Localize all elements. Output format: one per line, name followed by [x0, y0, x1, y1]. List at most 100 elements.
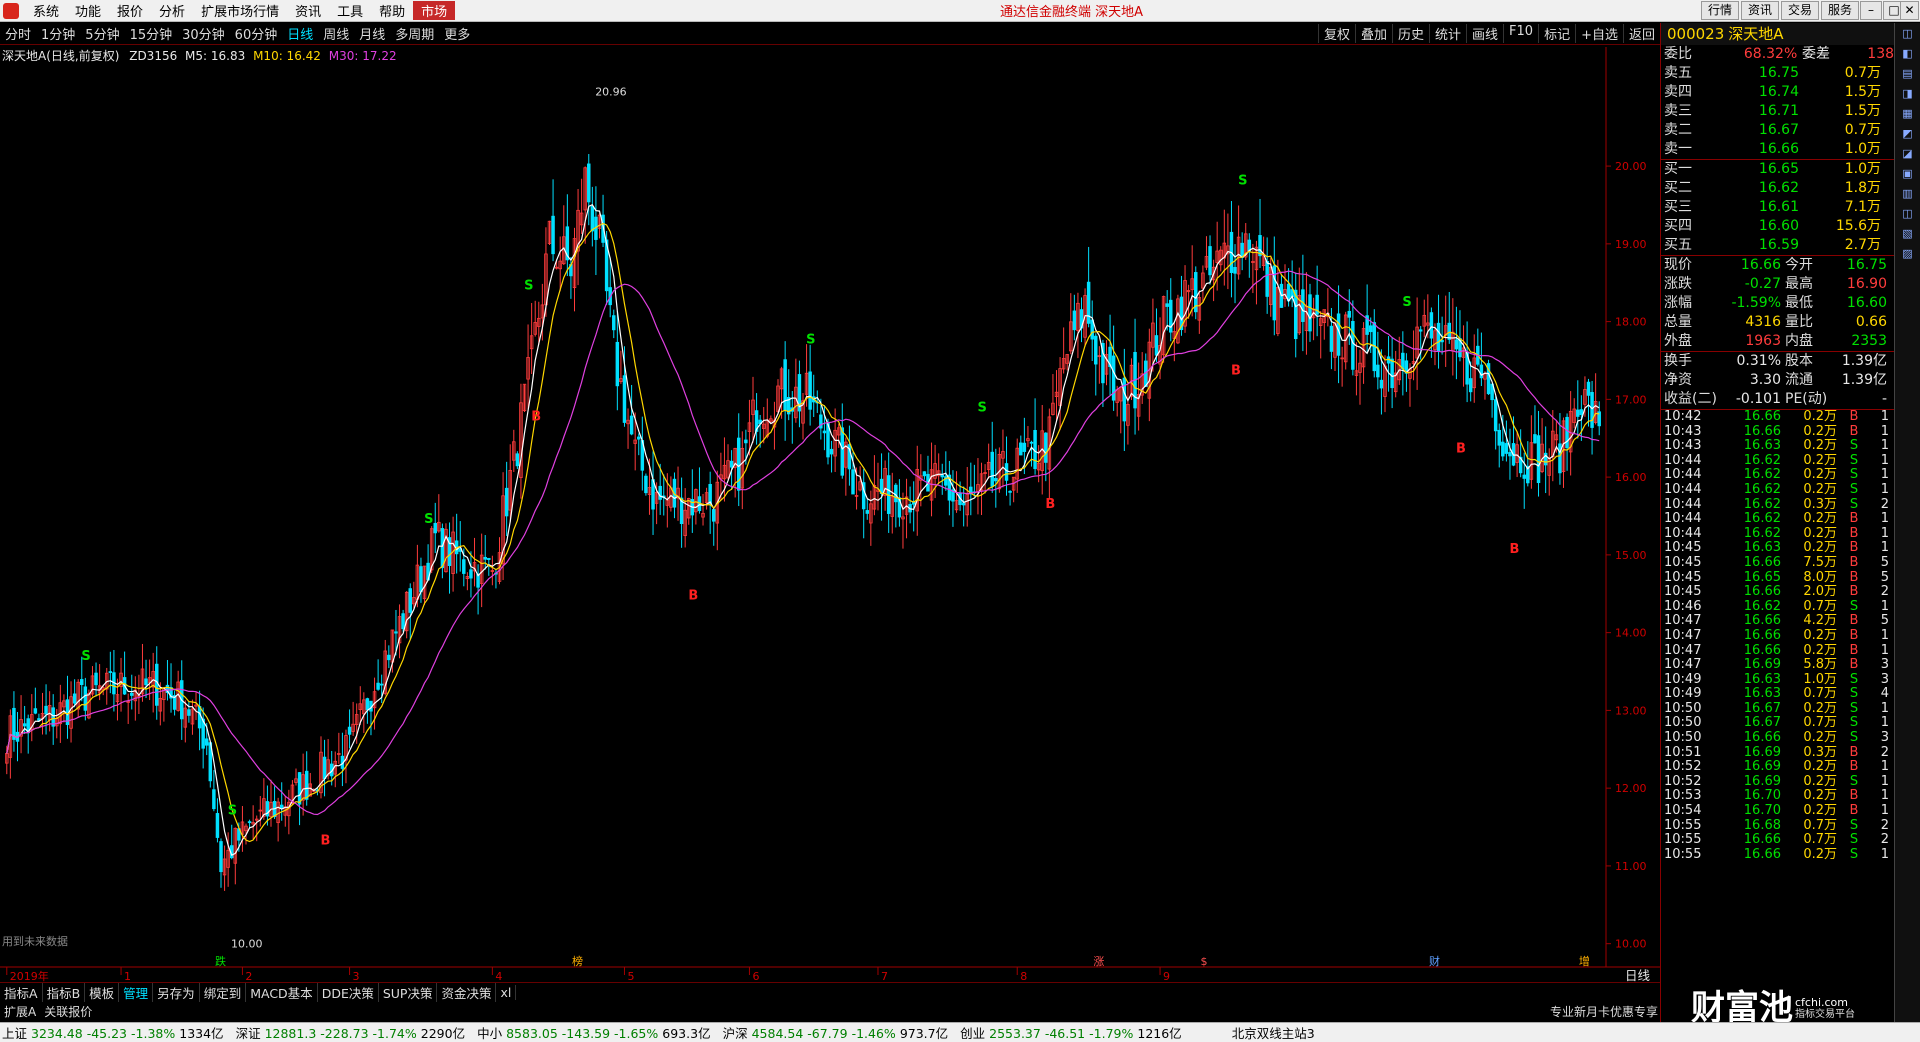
tool-f10[interactable]: F10: [1503, 24, 1538, 43]
tool-strip-icon[interactable]: ▥: [1899, 185, 1917, 203]
tick-price: 16.65: [1743, 569, 1781, 585]
tool-history[interactable]: 历史: [1391, 24, 1429, 43]
btn-news[interactable]: 资讯: [1741, 1, 1780, 20]
indicator-tab[interactable]: 另存为: [153, 983, 200, 1002]
tf-15min[interactable]: 15分钟: [125, 24, 178, 43]
menu-system[interactable]: 系统: [25, 1, 67, 20]
tool-mark[interactable]: 标记: [1538, 24, 1575, 43]
minimize-icon[interactable]: –: [1860, 1, 1882, 20]
tf-30min[interactable]: 30分钟: [177, 24, 230, 43]
menu-ext-market[interactable]: 扩展市场行情: [193, 1, 287, 20]
tf-1min[interactable]: 1分钟: [36, 24, 80, 43]
tick-row: 10:43 16.63 0.2万 S 1: [1661, 439, 1894, 454]
tick-volume: 0.7万: [1803, 686, 1837, 702]
indicator-tab[interactable]: 管理: [119, 983, 154, 1002]
stock-name: 深天地A: [1728, 25, 1784, 43]
tool-back[interactable]: 返回: [1622, 24, 1660, 43]
tick-count: 1: [1880, 481, 1889, 497]
menu-tools[interactable]: 工具: [329, 1, 371, 20]
tool-strip-icon[interactable]: ◫: [1899, 25, 1917, 43]
tool-strip-icon[interactable]: ◫: [1899, 205, 1917, 223]
tick-count: 1: [1880, 438, 1889, 454]
index-amount: 1216亿: [1137, 1026, 1182, 1041]
menu-quote[interactable]: 报价: [109, 1, 151, 20]
tf-monthly[interactable]: 月线: [354, 24, 390, 43]
indicator-tab[interactable]: DDE决策: [318, 983, 379, 1002]
indicator-tab[interactable]: 资金决策: [437, 983, 497, 1002]
indicator-tab[interactable]: 绑定到: [200, 983, 247, 1002]
tick-row: 10:47 16.69 5.8万 B 3: [1661, 657, 1894, 673]
tool-draw[interactable]: 画线: [1466, 24, 1503, 43]
tool-add-watch[interactable]: +自选: [1575, 24, 1623, 43]
tab-ext-a[interactable]: 扩展A: [0, 1003, 40, 1020]
tf-more[interactable]: 更多: [439, 24, 475, 43]
btn-quote[interactable]: 行情: [1701, 1, 1740, 20]
ask-row: 卖五 16.75 0.7万: [1661, 64, 1894, 83]
menu-analysis[interactable]: 分析: [151, 1, 193, 20]
menu-market[interactable]: 市场: [413, 1, 456, 20]
btn-trade[interactable]: 交易: [1781, 1, 1820, 20]
index-quote[interactable]: 中小 8583.05 -143.59 -1.65% 693.3亿: [475, 1023, 711, 1042]
btn-service[interactable]: 服务: [1821, 1, 1860, 20]
indicator-tab[interactable]: 指标A: [0, 983, 43, 1002]
candle-body: [1233, 266, 1237, 274]
tool-stats[interactable]: 统计: [1429, 24, 1466, 43]
tf-intraday[interactable]: 分时: [0, 24, 36, 43]
tool-adjust[interactable]: 复权: [1317, 24, 1355, 43]
candle-body: [1154, 335, 1159, 356]
tick-row: 10:47 16.66 4.2万 B 5: [1661, 614, 1894, 629]
indicator-tab[interactable]: xl: [496, 985, 517, 1000]
tick-volume: 0.7万: [1803, 832, 1837, 848]
tick-time: 10:44: [1664, 467, 1702, 483]
tool-strip-icon[interactable]: ◧: [1899, 45, 1917, 63]
tool-strip-icon[interactable]: ▦: [1899, 105, 1917, 123]
index-percent: -1.74%: [372, 1026, 417, 1041]
index-quote[interactable]: 创业 2553.37 -46.51 -1.79% 1216亿: [958, 1023, 1182, 1042]
ask-row: 卖三 16.71 1.5万: [1661, 102, 1894, 121]
close-icon[interactable]: ✕: [1900, 1, 1919, 20]
tick-count: 3: [1880, 657, 1889, 673]
tick-count: 4: [1880, 686, 1889, 702]
menu-help[interactable]: 帮助: [371, 1, 413, 20]
indicator-tab[interactable]: 指标B: [43, 983, 86, 1002]
indicator-tab[interactable]: 模板: [85, 983, 120, 1002]
indicator-tab[interactable]: SUP决策: [379, 983, 438, 1002]
index-quote[interactable]: 沪深 4584.54 -67.79 -1.46% 973.7亿: [721, 1023, 949, 1042]
kline-chart[interactable]: 10.00 11.00 12.00 13.00 14.00 15.00 16.00 17.00…: [0, 47, 1660, 983]
index-quote[interactable]: 上证 3234.48 -45.23 -1.38% 1334亿: [0, 1023, 224, 1042]
tick-volume: 0.2万: [1803, 540, 1837, 556]
candle-body: [822, 430, 827, 434]
menu-news[interactable]: 资讯: [287, 1, 329, 20]
tick-volume: 0.2万: [1803, 730, 1837, 746]
tick-volume: 0.2万: [1803, 481, 1837, 497]
tf-60min[interactable]: 60分钟: [230, 24, 283, 43]
tab-related-quote[interactable]: 关联报价: [40, 1003, 96, 1020]
tool-overlay[interactable]: 叠加: [1354, 24, 1392, 43]
tf-daily[interactable]: 日线: [282, 24, 318, 43]
menu-function[interactable]: 功能: [67, 1, 109, 20]
tick-list[interactable]: 10:42 16.66 0.2万 B 1 10:43 16.66 0.2万 B 1 10:43 16.…: [1661, 410, 1894, 872]
promo-link[interactable]: 专业新月卡优惠专享: [1550, 1003, 1658, 1020]
tf-multi[interactable]: 多周期: [390, 24, 439, 43]
index-quote[interactable]: 深证 12881.3 -228.73 -1.74% 2290亿: [234, 1023, 466, 1042]
tick-volume: 0.2万: [1803, 803, 1837, 819]
tick-price: 16.66: [1743, 410, 1781, 424]
tool-strip-icon[interactable]: ▨: [1899, 245, 1917, 263]
tick-volume: 5.8万: [1803, 657, 1837, 673]
tick-price: 16.66: [1743, 846, 1781, 862]
tool-strip-icon[interactable]: ▤: [1899, 65, 1917, 83]
tool-strip-icon[interactable]: ◨: [1899, 85, 1917, 103]
candle-body: [612, 315, 616, 331]
weicha-value: 138: [1867, 46, 1895, 62]
candle-body: [1454, 339, 1459, 350]
tool-strip-icon[interactable]: ▧: [1899, 225, 1917, 243]
tf-5min[interactable]: 5分钟: [80, 24, 124, 43]
index-name: 深证: [235, 1026, 261, 1041]
indicator-tab[interactable]: MACD基本: [246, 983, 318, 1002]
tool-strip-icon[interactable]: ◪: [1899, 145, 1917, 163]
server-status[interactable]: 北京双线主站3: [1232, 1023, 1315, 1042]
tool-strip-icon[interactable]: ◩: [1899, 125, 1917, 143]
tool-strip-icon[interactable]: ▣: [1899, 165, 1917, 183]
bid-row: 买三 16.61 7.1万: [1661, 198, 1894, 217]
tf-weekly[interactable]: 周线: [318, 24, 354, 43]
